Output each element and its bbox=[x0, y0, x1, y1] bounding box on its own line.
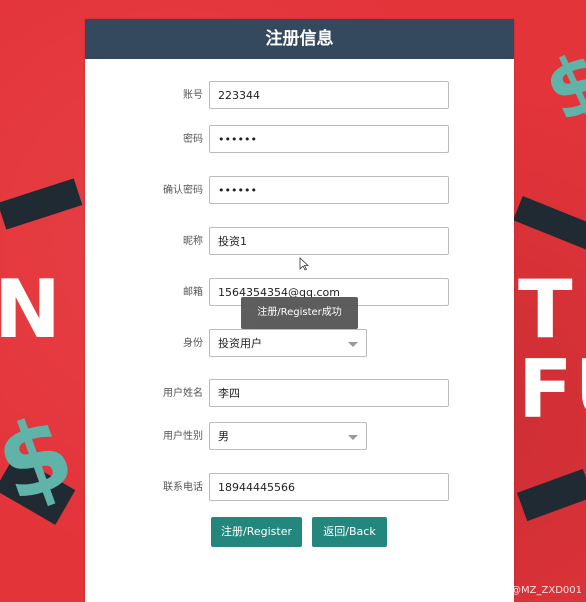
password-label: 密码 bbox=[183, 134, 203, 145]
success-toast: 注册/Register成功 bbox=[241, 297, 358, 329]
register-button[interactable]: 注册/Register bbox=[211, 517, 302, 547]
watermark: CSDN @MZ_ZXD001 bbox=[479, 585, 582, 596]
confirm-password-label: 确认密码 bbox=[163, 185, 203, 196]
back-button[interactable]: 返回/Back bbox=[312, 517, 387, 547]
account-input[interactable]: 223344 bbox=[209, 81, 449, 109]
real-name-label: 用户姓名 bbox=[163, 388, 203, 399]
phone-label: 联系电话 bbox=[163, 482, 203, 493]
account-label: 账号 bbox=[183, 90, 203, 101]
nickname-input[interactable]: 投资1 bbox=[209, 227, 449, 255]
form-title: 注册信息 bbox=[85, 19, 514, 59]
chevron-down-icon bbox=[348, 342, 358, 347]
gender-label: 用户性别 bbox=[163, 431, 203, 442]
confirm-password-input[interactable]: •••••• bbox=[209, 176, 449, 204]
password-row: 密码 •••••• bbox=[85, 125, 514, 155]
real-name-row: 用户姓名 李四 bbox=[85, 379, 514, 409]
identity-label: 身份 bbox=[183, 338, 203, 349]
gender-select[interactable]: 男 bbox=[209, 422, 367, 450]
confirm-password-row: 确认密码 •••••• bbox=[85, 176, 514, 206]
identity-select[interactable]: 投资用户 bbox=[209, 329, 367, 357]
identity-value: 投资用户 bbox=[218, 337, 262, 350]
phone-row: 联系电话 18944445566 bbox=[85, 473, 514, 503]
gender-row: 用户性别 男 bbox=[85, 422, 514, 452]
real-name-input[interactable]: 李四 bbox=[209, 379, 449, 407]
email-label: 邮箱 bbox=[183, 287, 203, 298]
mouse-cursor-icon bbox=[299, 257, 309, 271]
gender-value: 男 bbox=[218, 430, 229, 443]
chevron-down-icon bbox=[348, 435, 358, 440]
nickname-row: 昵称 投资1 bbox=[85, 227, 514, 257]
identity-row: 身份 投资用户 bbox=[85, 329, 514, 359]
phone-input[interactable]: 18944445566 bbox=[209, 473, 449, 501]
password-input[interactable]: •••••• bbox=[209, 125, 449, 153]
account-row: 账号 223344 bbox=[85, 81, 514, 111]
nickname-label: 昵称 bbox=[183, 236, 203, 247]
background-text-right: T FU bbox=[518, 263, 586, 436]
